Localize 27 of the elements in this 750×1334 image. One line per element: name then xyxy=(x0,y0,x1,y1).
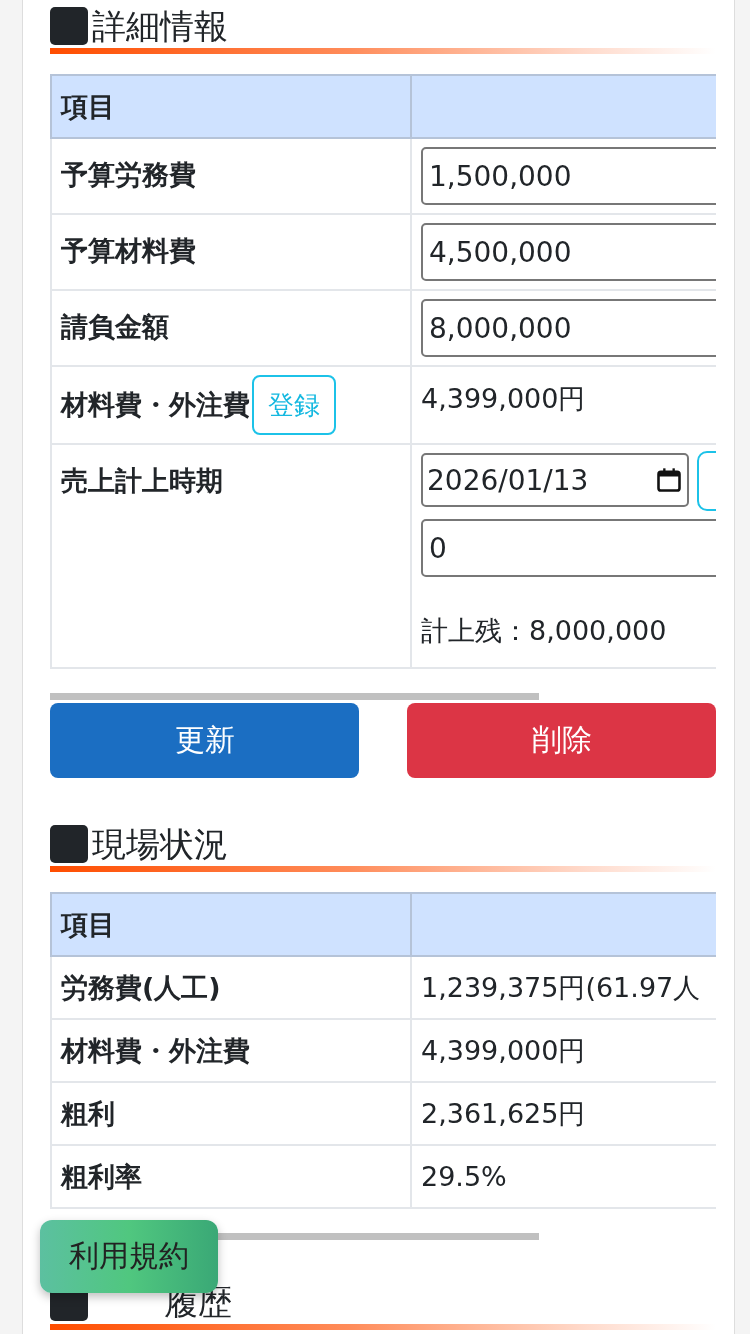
row-label: 労務費(人工) xyxy=(51,956,411,1019)
row-label: 予算材料費 xyxy=(51,214,411,290)
column-header: 項目 xyxy=(51,893,411,956)
row-label: 材料費・外注費 xyxy=(51,1019,411,1082)
row-label: 粗利 xyxy=(51,1082,411,1145)
row-label: 請負金額 xyxy=(51,290,411,366)
delete-button[interactable]: 削除 xyxy=(407,703,716,778)
section-title: 現場状況 xyxy=(92,823,228,866)
amount-field[interactable]: 8,000,000 xyxy=(421,299,716,357)
amount-text: 4,399,000円 xyxy=(421,382,587,416)
amount-field[interactable]: 0 xyxy=(421,519,716,577)
row-label: 材料費・外注費 xyxy=(61,388,250,422)
scrollbar[interactable] xyxy=(218,1233,539,1240)
row-label: 粗利率 xyxy=(51,1145,411,1208)
date-field[interactable]: 2026/01/13 xyxy=(421,453,689,507)
row-label: 売上計上時期 xyxy=(51,444,411,668)
column-header: 項目 xyxy=(51,75,411,138)
row-label: 予算労務費 xyxy=(51,138,411,214)
section-title: 詳細情報 xyxy=(92,5,228,48)
square-icon xyxy=(50,825,88,863)
square-icon xyxy=(50,7,88,45)
update-button[interactable]: 更新 xyxy=(50,703,359,778)
amount-field[interactable]: 1,500,000 xyxy=(421,147,716,205)
amount-field[interactable]: 4,500,000 xyxy=(421,223,716,281)
remaining-text: 計上残：8,000,000 xyxy=(421,614,668,648)
scrollbar[interactable] xyxy=(50,693,539,700)
calendar-icon xyxy=(655,466,683,494)
